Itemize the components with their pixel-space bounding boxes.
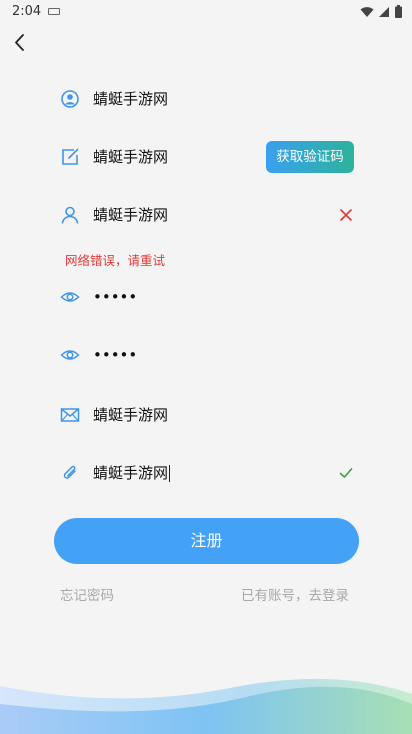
paperclip-icon xyxy=(63,465,76,479)
eye-icon[interactable] xyxy=(60,345,80,365)
battery-icon xyxy=(395,5,402,18)
text-cursor xyxy=(169,465,171,482)
status-time: 2:04 xyxy=(12,4,42,19)
person-icon xyxy=(61,206,79,224)
username-value: 蜻蜓手游网 xyxy=(93,206,169,224)
password-value: ••••• xyxy=(93,288,138,306)
verification-code-value: 蜻蜓手游网 xyxy=(93,148,169,166)
register-button[interactable]: 注册 xyxy=(54,518,359,564)
check-icon xyxy=(339,468,353,478)
app-bar xyxy=(0,24,412,62)
eye-icon[interactable] xyxy=(60,287,80,307)
password-field[interactable]: ••••• xyxy=(0,277,412,317)
forgot-password-link[interactable]: 忘记密码 xyxy=(60,584,114,604)
clear-icon[interactable] xyxy=(338,207,354,223)
login-link[interactable]: 已有账号，去登录 xyxy=(241,584,349,604)
decorative-wave xyxy=(0,678,412,734)
status-icons xyxy=(360,5,402,18)
edit-icon xyxy=(62,148,79,165)
email-field[interactable]: 蜻蜓手游网 xyxy=(0,395,412,435)
invite-code-value: 蜻蜓手游网 xyxy=(93,464,171,482)
status-bar: 2:04 xyxy=(0,0,412,24)
invite-code-field[interactable]: 蜻蜓手游网 xyxy=(0,453,412,493)
username-field[interactable]: 蜻蜓手游网 xyxy=(0,195,412,235)
get-code-button[interactable]: 获取验证码 xyxy=(266,141,354,173)
wifi-icon xyxy=(360,6,374,17)
back-button[interactable] xyxy=(8,30,34,56)
chevron-left-icon xyxy=(15,34,24,51)
email-value: 蜻蜓手游网 xyxy=(93,406,169,424)
confirm-password-field[interactable]: ••••• xyxy=(0,335,412,375)
confirm-password-value: ••••• xyxy=(93,346,138,364)
error-message: 网络错误，请重试 xyxy=(65,253,166,268)
nickname-value: 蜻蜓手游网 xyxy=(93,90,169,108)
signal-icon xyxy=(379,6,389,17)
keyboard-icon xyxy=(48,8,60,15)
nickname-field[interactable]: 蜻蜓手游网 xyxy=(0,79,412,119)
mail-icon xyxy=(60,408,80,422)
user-circle-icon xyxy=(61,90,79,108)
